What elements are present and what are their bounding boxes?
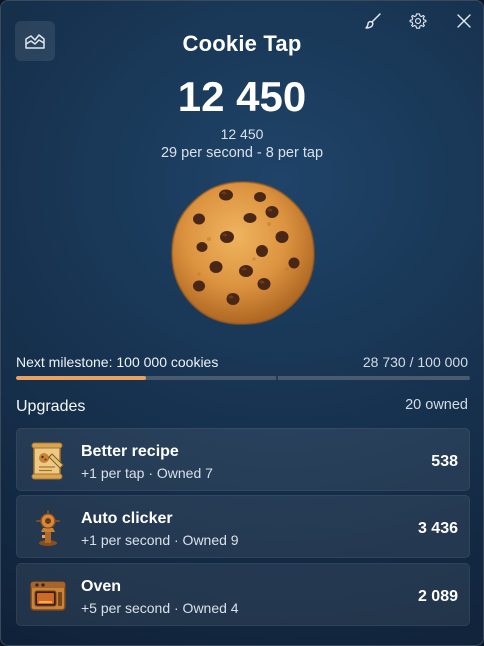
upgrade-name: Better recipe xyxy=(81,443,179,460)
production-rate: 29 per second - 8 per tap xyxy=(160,145,324,161)
app-title: Cookie Tap xyxy=(182,31,302,56)
cookie-count-secondary: 12 450 xyxy=(220,126,264,142)
milestone-value: 28 730 / 100 000 xyxy=(362,354,468,370)
cookie-button[interactable] xyxy=(169,179,317,327)
upgrade-name: Oven xyxy=(81,578,122,595)
upgrade-price: 538 xyxy=(431,453,458,470)
upgrade-price: 3 436 xyxy=(417,520,458,537)
paintbrush-icon xyxy=(365,13,381,29)
close-icon xyxy=(457,14,471,28)
cookie-count: 12 450 xyxy=(177,73,307,120)
theme-button[interactable] xyxy=(362,10,384,32)
milestone-label: Next milestone: 100 000 cookies xyxy=(16,354,219,370)
upgrade-desc: +1 per second · Owned 9 xyxy=(81,532,239,548)
settings-button[interactable] xyxy=(407,10,429,32)
close-button[interactable] xyxy=(453,10,475,32)
upgrade-desc: +1 per tap · Owned 7 xyxy=(81,465,213,481)
gear-icon xyxy=(409,13,427,29)
cookie-tap-window: Cookie Tap 12 450 12 450 29 per second -… xyxy=(0,0,484,646)
milestone-progress-fill xyxy=(16,376,147,380)
milestone-progress-bar xyxy=(16,376,470,380)
upgrade-price: 2 089 xyxy=(417,588,458,605)
auto-clicker-icon xyxy=(36,510,60,546)
upgrade-card-better-recipe[interactable]: Better recipe +1 per tap · Owned 7 538 xyxy=(16,428,470,491)
upgrade-name: Auto clicker xyxy=(81,510,173,527)
upgrades-owned-count: 20 owned xyxy=(405,397,468,413)
upgrade-card-auto-clicker[interactable]: Auto clicker +1 per second · Owned 9 3 4… xyxy=(16,495,470,558)
progress-tick xyxy=(276,376,278,380)
oven-icon xyxy=(30,581,66,611)
upgrade-card-oven[interactable]: Oven +5 per second · Owned 4 2 089 xyxy=(16,563,470,626)
upgrade-desc: +5 per second · Owned 4 xyxy=(81,600,239,616)
cookie-icon xyxy=(170,180,316,326)
recipe-scroll-icon xyxy=(31,442,64,480)
upgrades-title: Upgrades xyxy=(16,398,86,415)
